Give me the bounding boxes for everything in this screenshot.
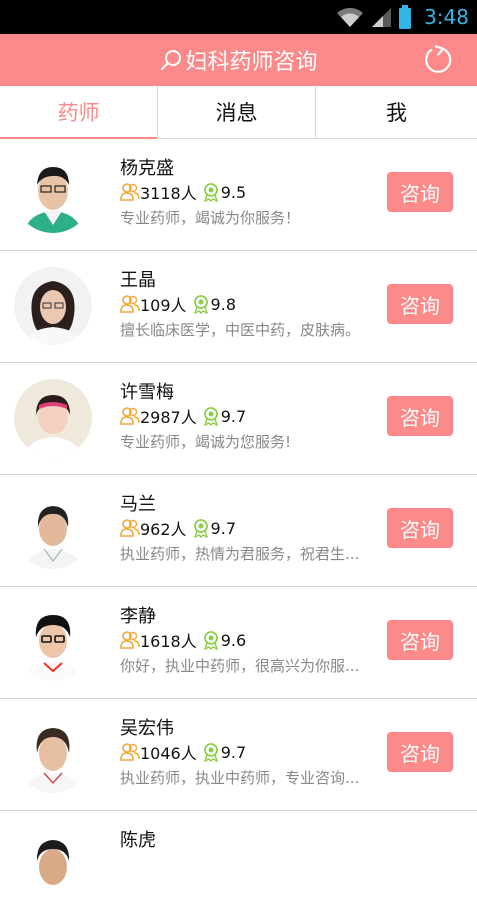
tab-messages[interactable]: 消息	[157, 86, 315, 138]
avatar	[14, 603, 92, 681]
list-item[interactable]: 陈虎	[0, 811, 477, 923]
consult-button[interactable]: 咨询	[387, 396, 453, 436]
pharmacist-stats: 1618人 9.6	[120, 628, 246, 652]
consult-button[interactable]: 咨询	[387, 508, 453, 548]
avatar	[14, 827, 92, 905]
rating-score: 9.5	[220, 182, 247, 202]
rating-icon	[203, 407, 218, 426]
tab-bar: 药师 消息 我	[0, 86, 477, 139]
list-item[interactable]: 许雪梅 2987人 9.7 专业药师，竭诚为您服务! 咨询	[0, 363, 477, 475]
pharmacist-stats: 962人 9.7	[120, 516, 236, 540]
list-item[interactable]: 吴宏伟 1046人 9.7 执业药师，执业中药师，专业咨询... 咨询	[0, 699, 477, 811]
status-time: 3:48	[424, 5, 469, 29]
pharmacist-name: 李静	[120, 606, 156, 627]
pharmacist-stats: 2987人 9.7	[120, 404, 246, 428]
app-title-text: 妇科药师咨询	[185, 50, 318, 75]
rating-score: 9.7	[210, 518, 236, 538]
search-icon	[161, 50, 182, 70]
pharmacist-description: 专业药师，竭诚为您服务!	[120, 433, 292, 451]
battery-icon	[399, 5, 412, 29]
followers-icon	[120, 407, 140, 425]
rating-icon	[193, 295, 208, 314]
avatar	[14, 267, 92, 345]
followers-count: 1046人	[140, 744, 197, 763]
avatar	[14, 491, 92, 569]
followers-icon	[120, 631, 140, 649]
rating-icon	[203, 631, 218, 650]
rating-score: 9.6	[220, 630, 247, 650]
pharmacist-stats: 1046人 9.7	[120, 740, 246, 764]
refresh-icon[interactable]	[423, 44, 455, 76]
rating-score: 9.7	[220, 406, 247, 426]
followers-count: 962人	[140, 520, 187, 539]
followers-icon	[120, 183, 140, 201]
followers-count: 1618人	[140, 632, 197, 651]
avatar	[14, 379, 92, 457]
pharmacist-name: 马兰	[120, 494, 156, 515]
pharmacist-name: 陈虎	[120, 830, 156, 851]
rating-icon	[203, 743, 218, 762]
avatar	[14, 715, 92, 793]
followers-count: 109人	[140, 296, 187, 315]
followers-icon	[120, 743, 140, 761]
pharmacist-description: 你好，执业中药师，很高兴为你服...	[120, 657, 360, 675]
pharmacist-stats: 109人 9.8	[120, 292, 236, 316]
consult-button[interactable]: 咨询	[387, 284, 453, 324]
followers-count: 2987人	[140, 408, 197, 427]
wifi-icon	[337, 7, 364, 28]
rating-icon	[193, 519, 208, 538]
rating-score: 9.8	[210, 294, 236, 314]
pharmacist-name: 许雪梅	[120, 382, 174, 403]
pharmacist-list: 杨克盛 3118人 9.5 专业药师，竭诚为你服务！ 咨询 王晶 109人 9.…	[0, 139, 477, 923]
pharmacist-description: 擅长临床医学，中医中药，皮肤病。	[120, 321, 361, 339]
followers-icon	[120, 295, 140, 313]
list-item[interactable]: 杨克盛 3118人 9.5 专业药师，竭诚为你服务！ 咨询	[0, 139, 477, 251]
tab-me[interactable]: 我	[315, 86, 477, 138]
pharmacist-name: 杨克盛	[120, 158, 174, 179]
tab-pharmacists[interactable]: 药师	[0, 86, 157, 139]
pharmacist-name: 王晶	[120, 270, 156, 291]
followers-count: 3118人	[140, 184, 197, 203]
consult-button[interactable]: 咨询	[387, 172, 453, 212]
rating-icon	[203, 183, 218, 202]
pharmacist-description: 执业药师，执业中药师，专业咨询...	[120, 769, 360, 787]
signal-icon	[372, 8, 392, 27]
list-item[interactable]: 王晶 109人 9.8 擅长临床医学，中医中药，皮肤病。 咨询	[0, 251, 477, 363]
followers-icon	[120, 519, 140, 537]
status-icons: 3:48	[336, 0, 469, 34]
pharmacist-description: 专业药师，竭诚为你服务！	[120, 209, 301, 227]
pharmacist-name: 吴宏伟	[120, 718, 174, 739]
list-item[interactable]: 李静 1618人 9.6 你好，执业中药师，很高兴为你服... 咨询	[0, 587, 477, 699]
app-bar: 妇科药师咨询	[0, 34, 477, 86]
app-title: 妇科药师咨询	[0, 34, 477, 86]
status-bar: 3:48	[0, 0, 477, 34]
list-item[interactable]: 马兰 962人 9.7 执业药师，热情为君服务，祝君生... 咨询	[0, 475, 477, 587]
pharmacist-description: 执业药师，热情为君服务，祝君生...	[120, 545, 360, 563]
pharmacist-stats: 3118人 9.5	[120, 180, 246, 204]
rating-score: 9.7	[220, 742, 247, 762]
avatar	[14, 155, 92, 233]
consult-button[interactable]: 咨询	[387, 620, 453, 660]
consult-button[interactable]: 咨询	[387, 732, 453, 772]
